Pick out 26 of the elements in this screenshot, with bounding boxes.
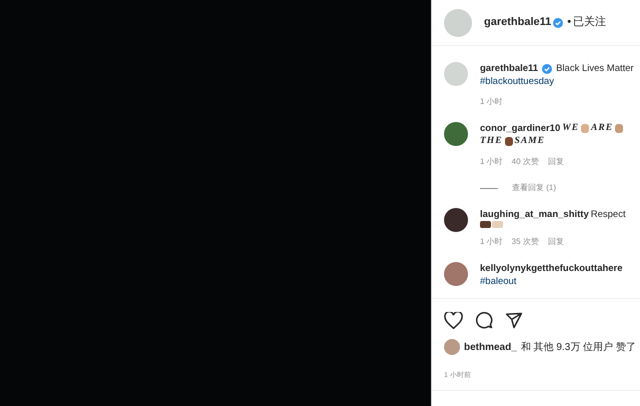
username-link[interactable]: garethbale11 xyxy=(480,62,538,75)
username-link[interactable]: kellyolynykgetthefuckouttahere xyxy=(480,262,623,275)
hashtag-link[interactable]: #baleout xyxy=(480,275,640,288)
follow-status[interactable]: 已关注 xyxy=(573,14,606,31)
username-link[interactable]: bethmead_ xyxy=(464,340,517,354)
comment-text: THE xyxy=(480,135,503,148)
username-link[interactable]: garethbale11 xyxy=(484,14,552,31)
heart-icon[interactable] xyxy=(444,312,463,328)
username-link[interactable]: conor_gardiner10 xyxy=(480,122,560,135)
username-link[interactable]: laughing_at_man_shitty xyxy=(480,208,589,221)
comment-time: 1 小时 xyxy=(480,156,503,168)
comment-text: Respect xyxy=(590,208,626,221)
comment-text: WE xyxy=(562,122,580,135)
avatar[interactable] xyxy=(444,208,468,232)
comment-time: 1 小时 xyxy=(480,236,503,248)
comment-text: ARE xyxy=(591,122,614,135)
comment-text: SAME xyxy=(514,135,545,148)
comment-text: Black Lives Matter xyxy=(556,62,634,75)
comment-time: 1 小时 xyxy=(480,96,503,108)
hand-icon xyxy=(492,221,503,228)
hashtag-link[interactable]: #blackouttuesday xyxy=(480,75,640,88)
avatar[interactable] xyxy=(444,122,468,146)
likes-text: 和 其他 9.3万 位用户 赞了 xyxy=(520,340,636,354)
send-icon[interactable] xyxy=(505,312,523,328)
comment-icon[interactable] xyxy=(475,311,493,329)
separator-dot: • xyxy=(567,15,572,30)
